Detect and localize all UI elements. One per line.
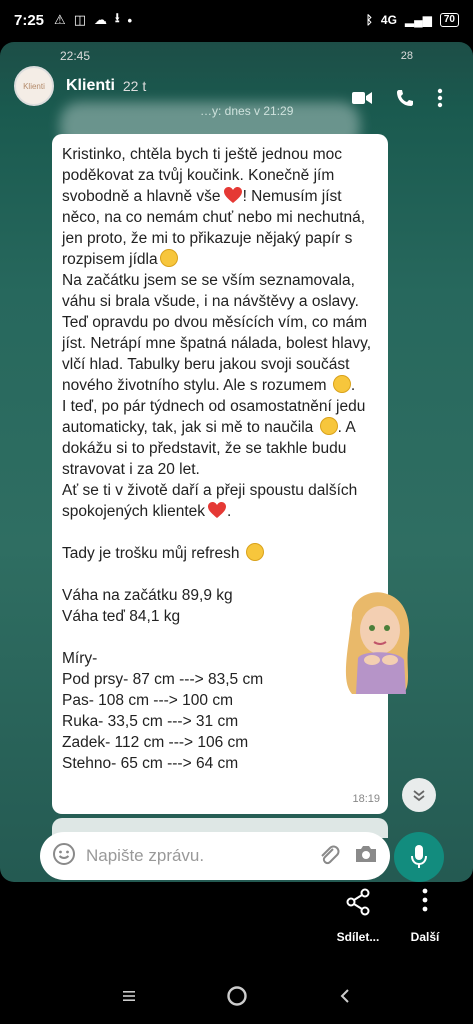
share-icon: [346, 888, 370, 916]
scroll-down-button[interactable]: [402, 778, 436, 812]
home-button[interactable]: [222, 981, 252, 1011]
alert-icon: ⚠: [54, 12, 66, 27]
smile-emoji-icon: [159, 249, 178, 267]
measure-row: Pas- 108 cm ---> 100 cm: [62, 692, 233, 709]
inner-status-time: 22:45: [60, 49, 91, 63]
status-bar: 7:25 ⚠ ◫ ☁ ⭳ • ᛒ 4G ▂▄▆ 70: [0, 0, 473, 40]
weight-start: Váha na začátku 89,9 kg: [62, 587, 233, 604]
hearts-face-emoji-icon: [319, 417, 338, 435]
download-icon: ⭳: [114, 10, 120, 25]
more-vert-icon: [437, 88, 443, 108]
battery-icon: 70: [439, 13, 459, 27]
story-frame: 22:45 28 Klienti Klienti 22 t …y: dnes v…: [0, 42, 473, 882]
dot-icon: •: [127, 12, 133, 28]
measure-row: Stehno- 65 cm ---> 64 cm: [62, 755, 239, 772]
more-vert-icon: [422, 888, 428, 912]
video-call-icon: [351, 90, 373, 106]
signal-label: 4G: [380, 13, 397, 27]
heart-emoji-icon: [207, 501, 227, 519]
message-paragraph: Ať se ti v životě daří a přeji spoustu d…: [62, 482, 358, 520]
message-paragraph: I teď, po pár týdnech od osamostatnění j…: [62, 398, 366, 478]
recents-button[interactable]: [114, 981, 144, 1011]
chevron-down-icon: [413, 790, 425, 802]
more-label: Další: [410, 930, 440, 944]
message-input-bar[interactable]: Napište zprávu.: [40, 832, 390, 880]
message-paragraph: Tady je trošku můj refresh: [62, 543, 378, 564]
phone-icon: [395, 88, 415, 108]
bluetooth-icon: ᛒ: [365, 13, 373, 27]
measure-row: Pod prsy- 87 cm ---> 83,5 cm: [62, 671, 264, 688]
tongue-emoji-icon: [332, 375, 351, 393]
weight-now: Váha teď 84,1 kg: [62, 608, 181, 625]
measures-title: Míry-: [62, 650, 98, 667]
inner-battery-icon: 28: [400, 50, 413, 62]
measure-row: Ruka- 33,5 cm ---> 31 cm: [62, 713, 239, 730]
message-input[interactable]: Napište zprávu.: [86, 846, 304, 866]
story-author-name[interactable]: Klienti: [66, 77, 115, 95]
message-time: 18:19: [352, 793, 380, 805]
measure-row: Zadek- 112 cm ---> 106 cm: [62, 734, 249, 751]
menu-icon: [122, 991, 135, 1001]
share-label: Sdílet...: [336, 930, 380, 944]
back-button[interactable]: [330, 981, 360, 1011]
signal-icon: ▂▄▆: [404, 13, 432, 27]
story-time: 22 t: [122, 78, 147, 94]
smile-emoji-icon: [245, 543, 264, 561]
message-paragraph: Kristinko, chtěla bych ti ještě jednou m…: [62, 146, 366, 268]
emoji-icon[interactable]: [52, 842, 76, 871]
share-button[interactable]: Sdílet...: [332, 888, 384, 944]
message-paragraph: Na začátku jsem se se vším seznamovala, …: [62, 272, 372, 394]
notification-icon: ◫: [73, 12, 86, 27]
camera-icon[interactable]: [354, 844, 378, 869]
back-icon: [340, 989, 349, 1003]
rapunzel-sticker[interactable]: [332, 588, 422, 696]
avatar-text: Klienti: [23, 81, 45, 91]
chat-message-bubble: Kristinko, chtěla bych ti ještě jednou m…: [52, 134, 388, 814]
avatar[interactable]: Klienti: [14, 66, 54, 106]
more-button[interactable]: Další: [402, 888, 448, 944]
voice-message-button[interactable]: [394, 832, 444, 882]
heart-emoji-icon: [223, 186, 243, 204]
story-actions: Sdílet... Další: [0, 888, 473, 958]
home-icon: [226, 986, 247, 1006]
system-navigation-bar: [0, 968, 473, 1024]
attach-icon[interactable]: [318, 843, 340, 870]
status-time: 7:25: [14, 11, 45, 29]
microphone-icon: [411, 845, 427, 868]
cloud-icon: ☁: [93, 12, 107, 27]
chat-subtitle: …y: dnes v 21:29: [200, 104, 294, 118]
